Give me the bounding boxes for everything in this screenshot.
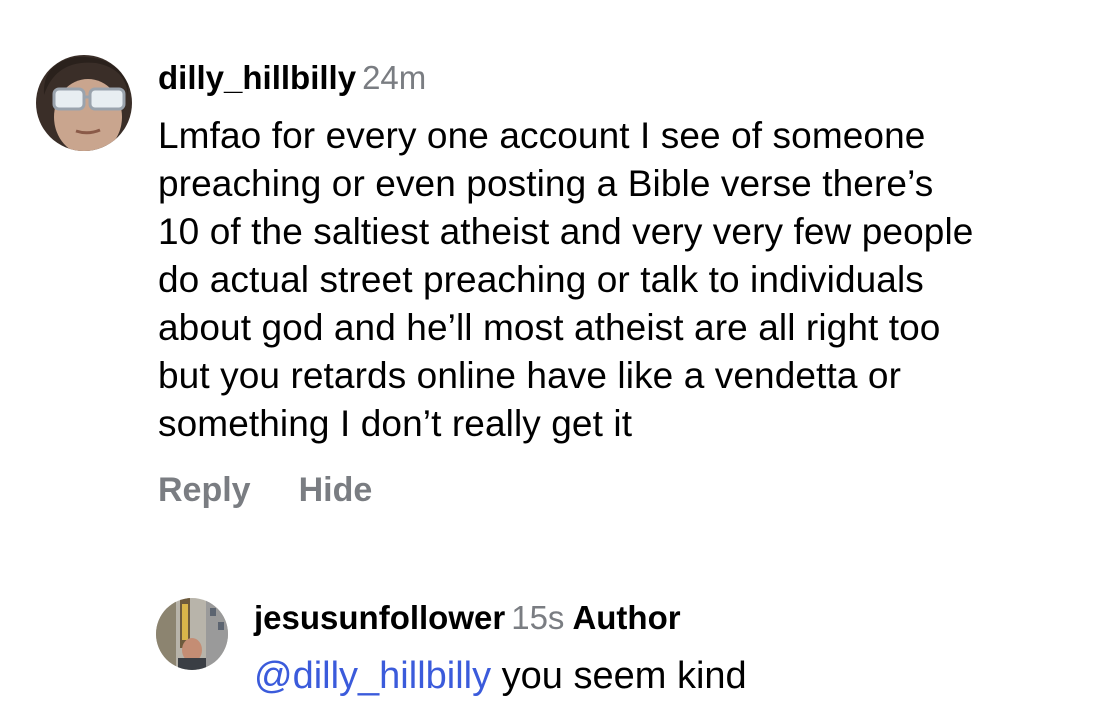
comment-timestamp: 24m — [362, 59, 427, 96]
reply-username[interactable]: jesusunfollower — [254, 599, 505, 636]
comment-body-line: preaching or even posting a Bible verse … — [158, 163, 934, 204]
comment-username[interactable]: dilly_hillbilly — [158, 59, 356, 96]
reply-header: jesusunfollower 15s Author — [254, 598, 681, 638]
comment-body-line: do actual street preaching or talk to in… — [158, 259, 924, 300]
comment-body: Lmfao for every one account I see of som… — [158, 112, 1118, 448]
comment-body-line: 10 of the saltiest atheist and very very… — [158, 211, 974, 252]
author-badge: Author — [572, 599, 681, 636]
comment-body-line: but you retards online have like a vende… — [158, 355, 902, 396]
reply-button[interactable]: Reply — [158, 471, 251, 509]
comment-body-line: Lmfao for every one account I see of som… — [158, 115, 926, 156]
comment-actions: Reply Hide — [158, 470, 372, 510]
reply-timestamp: 15s — [511, 599, 565, 636]
reply-body: @dilly_hillbilly you seem kind — [254, 652, 747, 700]
reply-avatar[interactable] — [156, 598, 228, 670]
comment-body-line: something I don’t really get it — [158, 403, 633, 444]
commenter-avatar[interactable] — [36, 55, 132, 151]
hide-button[interactable]: Hide — [299, 471, 373, 509]
comment-header: dilly_hillbilly 24m — [158, 58, 426, 98]
reply-text: you seem kind — [491, 655, 747, 697]
mention-link[interactable]: @dilly_hillbilly — [254, 655, 491, 697]
comment-body-line: about god and he’ll most atheist are all… — [158, 307, 941, 348]
